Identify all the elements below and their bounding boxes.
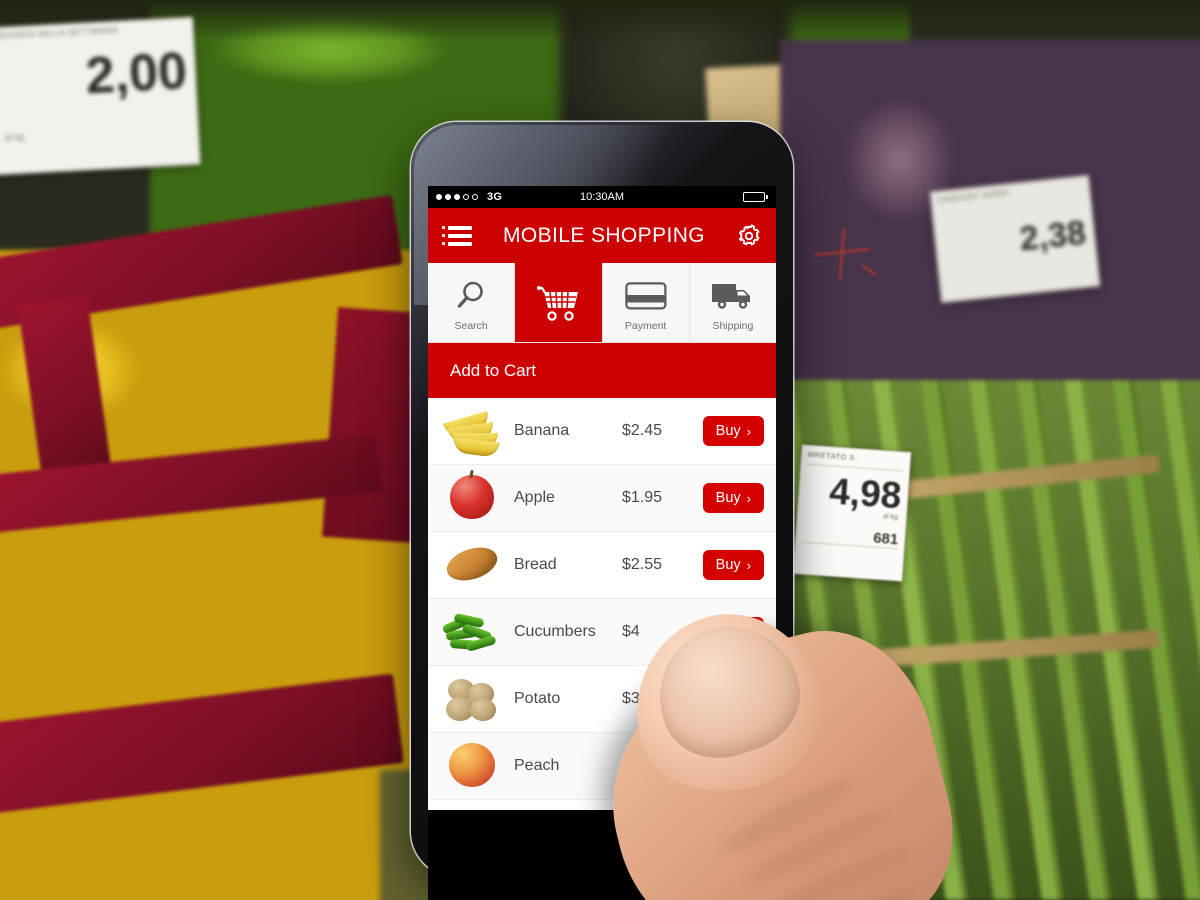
chevron-right-icon: › — [746, 691, 751, 707]
product-name: Banana — [514, 422, 570, 439]
buy-button[interactable]: Buy › — [702, 416, 764, 446]
buy-label: Buy — [715, 557, 741, 573]
buy-button[interactable]: Buy › — [702, 617, 764, 647]
chevron-right-icon: › — [746, 758, 751, 774]
product-list: Banana $2.45 Buy › Apple $1.95 Buy › Bre… — [428, 398, 776, 800]
product-price: $3.85 — [622, 690, 663, 707]
product-price: $2.45 — [622, 422, 663, 439]
bread-icon — [440, 539, 502, 591]
tab-search[interactable]: Search — [428, 263, 516, 342]
price-tag-value: 2,38 — [1017, 213, 1088, 259]
chevron-right-icon: › — [746, 624, 751, 640]
table-row[interactable]: Bread $2.55 Buy › — [428, 532, 776, 599]
buy-label: Buy — [715, 691, 741, 707]
chevron-right-icon: › — [746, 490, 751, 506]
product-price: $2.55 — [622, 556, 663, 573]
delivery-truck-icon — [711, 274, 755, 318]
tab-payment[interactable]: Payment — [602, 263, 690, 342]
list-menu-icon[interactable] — [442, 225, 472, 246]
tab-label-shipping: Shipping — [712, 319, 754, 332]
product-price: $1.95 — [622, 489, 663, 506]
buy-button[interactable]: Buy › — [702, 751, 764, 781]
status-bar: 3G 10:30AM — [428, 186, 776, 208]
status-bar-clock: 10:30AM — [579, 191, 625, 203]
magnifier-icon — [454, 274, 488, 318]
tab-cart[interactable] — [515, 263, 603, 342]
banana-icon — [440, 405, 502, 458]
product-price: $6.35 — [622, 757, 663, 774]
tab-label-search: Search — [454, 319, 488, 332]
product-price: $4 — [622, 623, 640, 640]
phone-bottom-bezel — [428, 810, 776, 900]
buy-button[interactable]: Buy › — [702, 684, 764, 714]
chevron-right-icon: › — [746, 423, 751, 439]
price-tag-sub: al kg — [4, 131, 25, 143]
tab-shipping[interactable]: Shipping — [689, 263, 776, 342]
product-name: Cucumbers — [514, 623, 596, 640]
section-title: Add to Cart — [450, 360, 536, 380]
table-row[interactable]: Peach $6.35 Buy › — [428, 733, 776, 800]
table-row[interactable]: Apple $1.95 Buy › — [428, 465, 776, 532]
credit-card-icon — [624, 274, 667, 318]
product-name: Potato — [514, 690, 561, 707]
page-title: MOBILE SHOPPING — [502, 223, 706, 247]
table-row[interactable]: Potato $3.85 Buy › — [428, 666, 776, 733]
potato-icon — [440, 673, 502, 725]
battery-icon — [743, 192, 768, 202]
tab-bar: Search Payment Shipping — [428, 263, 776, 343]
cucumber-icon — [440, 606, 502, 658]
buy-button[interactable]: Buy › — [702, 550, 764, 580]
product-name: Peach — [514, 757, 560, 774]
background-marker-scribble — [813, 228, 877, 280]
chevron-right-icon: › — [746, 557, 751, 573]
buy-button[interactable]: Buy › — [702, 483, 764, 513]
tab-label-payment: Payment — [624, 319, 667, 332]
table-row[interactable]: Cucumbers $4 Buy › — [428, 599, 776, 666]
buy-label: Buy — [715, 624, 741, 640]
shopping-cart-icon — [536, 281, 580, 325]
buy-label: Buy — [715, 758, 741, 774]
app-header-bar: MOBILE SHOPPING — [428, 208, 776, 263]
background-price-tag-top-left: OFFERTA DELLA SETTIMANA 2,00 al kg — [0, 16, 201, 176]
table-row[interactable]: Banana $2.45 Buy › — [428, 398, 776, 465]
background-price-tag-top-right: CARCIOFI SARDI 2,38 — [929, 174, 1101, 304]
apple-icon — [440, 472, 502, 524]
product-name: Bread — [514, 556, 557, 573]
price-tag-value: 2,00 — [84, 42, 189, 106]
buy-label: Buy — [715, 490, 741, 506]
buy-label: Buy — [715, 423, 741, 439]
gear-icon[interactable] — [736, 223, 762, 249]
peach-icon — [440, 740, 502, 792]
section-header-add-to-cart: Add to Cart — [428, 343, 776, 398]
product-name: Apple — [514, 489, 555, 506]
smartphone-device: 3G 10:30AM MOBILE SHOPPING Search Paymen… — [411, 122, 793, 900]
background-price-tag-mid-right: MRETATO S. 4,98 al kg 681 — [792, 444, 912, 582]
phone-screen: 3G 10:30AM MOBILE SHOPPING Search Paymen… — [428, 186, 776, 810]
